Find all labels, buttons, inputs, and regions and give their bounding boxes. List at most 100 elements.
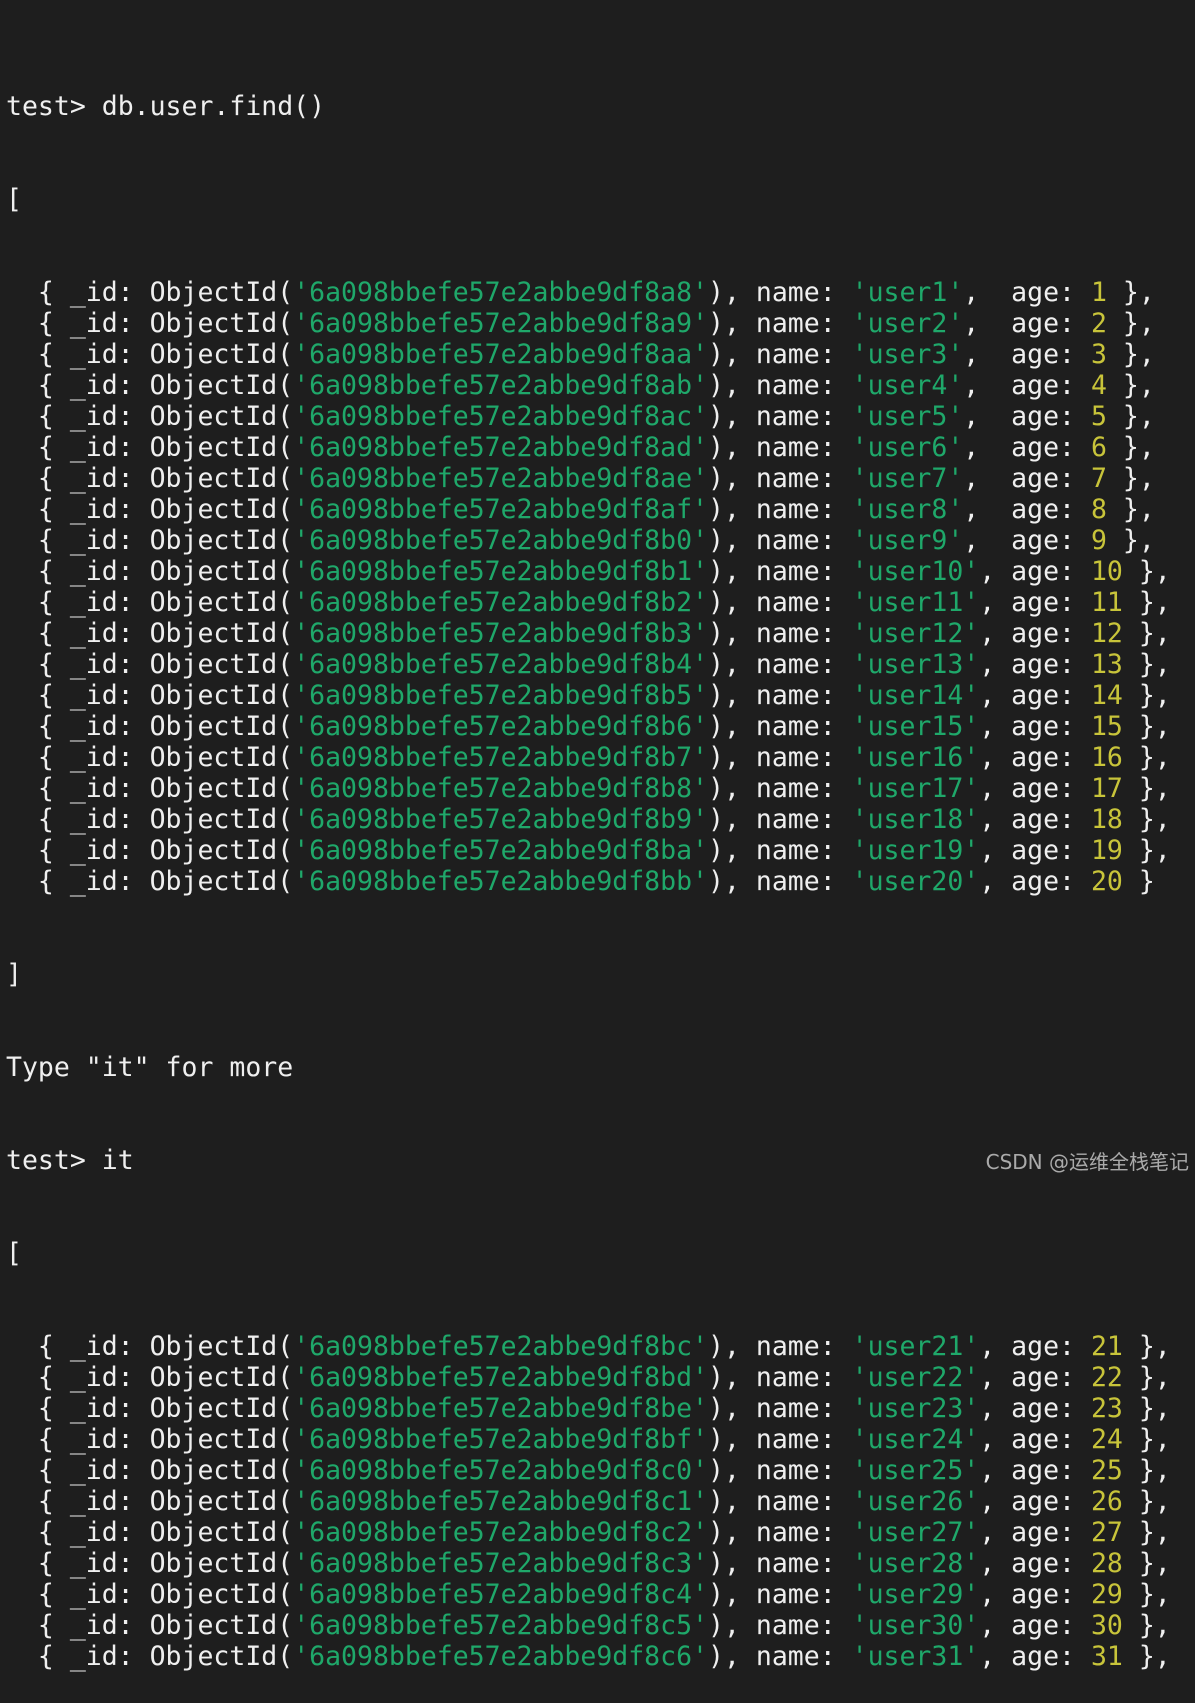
age-key: , age: (979, 1548, 1091, 1579)
document-row: { _id: ObjectId('6a098bbefe57e2abbe9df8a… (6, 277, 1191, 308)
id-key: { _id: ObjectId( (6, 463, 294, 494)
age-value: 5 (1090, 401, 1107, 432)
age-value: 18 (1090, 804, 1123, 835)
age-value: 9 (1090, 525, 1107, 556)
document-row: { _id: ObjectId('6a098bbefe57e2abbe9df8c… (6, 1610, 1191, 1641)
object-id-value: '6a098bbefe57e2abbe9df8b9' (293, 804, 709, 835)
result-batch-2: { _id: ObjectId('6a098bbefe57e2abbe9df8b… (6, 1331, 1191, 1672)
document-end: }, (1122, 1331, 1171, 1362)
name-value: 'user31' (851, 1641, 980, 1672)
name-key: ), name: (708, 401, 852, 432)
name-key: ), name: (708, 432, 852, 463)
name-key: ), name: (708, 308, 852, 339)
name-key: ), name: (708, 1641, 852, 1672)
object-id-value: '6a098bbefe57e2abbe9df8c3' (293, 1548, 709, 1579)
age-key: , age: (979, 1424, 1091, 1455)
id-key: { _id: ObjectId( (6, 1362, 294, 1393)
name-value: 'user16' (851, 742, 980, 773)
name-key: ), name: (708, 494, 852, 525)
name-value: 'user11' (851, 587, 980, 618)
name-value: 'user8' (851, 494, 964, 525)
name-key: ), name: (708, 339, 852, 370)
command-line: test> db.user.find() (6, 91, 1191, 122)
document-end: }, (1122, 1641, 1171, 1672)
age-value: 11 (1090, 587, 1123, 618)
id-key: { _id: ObjectId( (6, 277, 294, 308)
document-end: }, (1122, 1362, 1171, 1393)
age-value: 1 (1090, 277, 1107, 308)
age-key: , age: (979, 1455, 1091, 1486)
document-end: }, (1106, 370, 1155, 401)
document-end: }, (1122, 773, 1171, 804)
age-key: , age: (979, 742, 1091, 773)
age-key: , age: (979, 1362, 1091, 1393)
age-value: 24 (1090, 1424, 1123, 1455)
name-value: 'user12' (851, 618, 980, 649)
document-end: }, (1122, 618, 1171, 649)
object-id-value: '6a098bbefe57e2abbe9df8b0' (293, 525, 709, 556)
id-key: { _id: ObjectId( (6, 866, 294, 897)
object-id-value: '6a098bbefe57e2abbe9df8bb' (293, 866, 709, 897)
name-value: 'user20' (851, 866, 980, 897)
id-key: { _id: ObjectId( (6, 1393, 294, 1424)
name-value: 'user7' (851, 463, 964, 494)
age-value: 25 (1090, 1455, 1123, 1486)
document-row: { _id: ObjectId('6a098bbefe57e2abbe9df8b… (6, 773, 1191, 804)
name-key: ), name: (708, 1424, 852, 1455)
age-key: , age: (979, 866, 1091, 897)
name-value: 'user26' (851, 1486, 980, 1517)
name-value: 'user5' (851, 401, 964, 432)
document-end: }, (1122, 711, 1171, 742)
age-value: 17 (1090, 773, 1123, 804)
object-id-value: '6a098bbefe57e2abbe9df8ac' (293, 401, 709, 432)
document-row: { _id: ObjectId('6a098bbefe57e2abbe9df8a… (6, 432, 1191, 463)
document-end: }, (1106, 401, 1155, 432)
name-value: 'user22' (851, 1362, 980, 1393)
name-value: 'user1' (851, 277, 964, 308)
age-key: , age: (979, 1579, 1091, 1610)
document-end: }, (1122, 1486, 1171, 1517)
age-value: 3 (1090, 339, 1107, 370)
name-key: ), name: (708, 1393, 852, 1424)
terminal-output[interactable]: test> db.user.find() [ { _id: ObjectId('… (6, 29, 1191, 1703)
document-row: { _id: ObjectId('6a098bbefe57e2abbe9df8b… (6, 1331, 1191, 1362)
document-row: { _id: ObjectId('6a098bbefe57e2abbe9df8b… (6, 804, 1191, 835)
name-key: ), name: (708, 463, 852, 494)
object-id-value: '6a098bbefe57e2abbe9df8bc' (293, 1331, 709, 1362)
name-value: 'user2' (851, 308, 964, 339)
document-end: }, (1106, 525, 1155, 556)
object-id-value: '6a098bbefe57e2abbe9df8c5' (293, 1610, 709, 1641)
object-id-value: '6a098bbefe57e2abbe9df8b4' (293, 649, 709, 680)
document-end: }, (1122, 1455, 1171, 1486)
document-row: { _id: ObjectId('6a098bbefe57e2abbe9df8c… (6, 1641, 1191, 1672)
age-value: 19 (1090, 835, 1123, 866)
id-key: { _id: ObjectId( (6, 1579, 294, 1610)
age-value: 26 (1090, 1486, 1123, 1517)
age-value: 28 (1090, 1548, 1123, 1579)
id-key: { _id: ObjectId( (6, 1486, 294, 1517)
age-key: , age: (963, 494, 1091, 525)
open-bracket: [ (6, 1238, 22, 1269)
name-key: ), name: (708, 1455, 852, 1486)
more-hint: Type "it" for more (6, 1052, 294, 1083)
object-id-value: '6a098bbefe57e2abbe9df8a9' (293, 308, 709, 339)
name-value: 'user27' (851, 1517, 980, 1548)
name-value: 'user23' (851, 1393, 980, 1424)
age-key: , age: (979, 1641, 1091, 1672)
document-end: }, (1122, 680, 1171, 711)
id-key: { _id: ObjectId( (6, 1455, 294, 1486)
document-row: { _id: ObjectId('6a098bbefe57e2abbe9df8a… (6, 463, 1191, 494)
document-row: { _id: ObjectId('6a098bbefe57e2abbe9df8b… (6, 1393, 1191, 1424)
document-row: { _id: ObjectId('6a098bbefe57e2abbe9df8b… (6, 680, 1191, 711)
name-value: 'user4' (851, 370, 964, 401)
age-key: , age: (979, 587, 1091, 618)
name-value: 'user15' (851, 711, 980, 742)
name-value: 'user14' (851, 680, 980, 711)
document-end: }, (1106, 308, 1155, 339)
age-value: 16 (1090, 742, 1123, 773)
age-value: 20 (1090, 866, 1123, 897)
age-value: 30 (1090, 1610, 1123, 1641)
document-end: }, (1122, 1393, 1171, 1424)
name-key: ), name: (708, 587, 852, 618)
age-key: , age: (979, 649, 1091, 680)
